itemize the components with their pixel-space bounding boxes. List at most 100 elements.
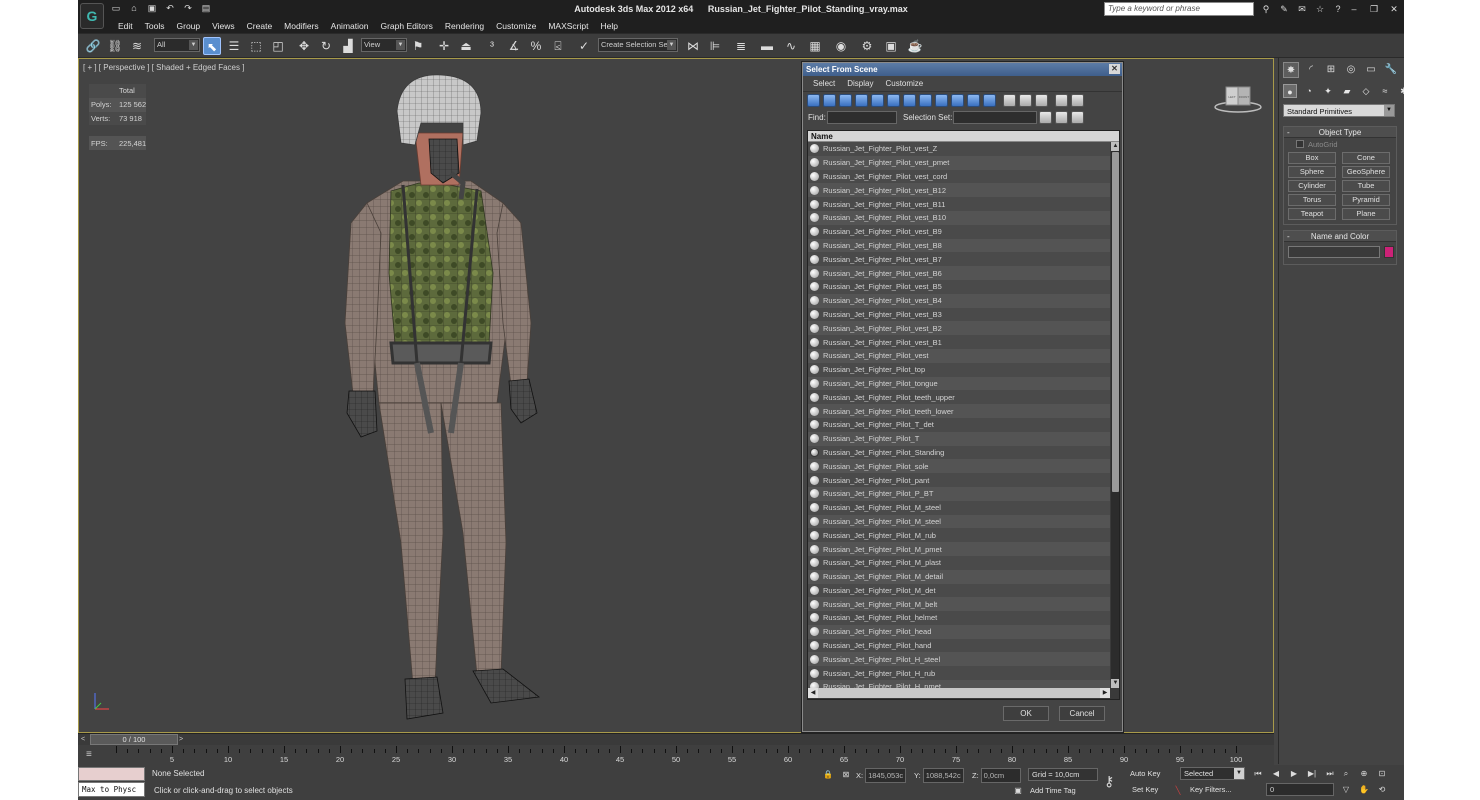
scene-object-row[interactable]: Russian_Jet_Fighter_Pilot_tongue [808,376,1110,391]
find-input[interactable] [827,111,897,124]
maxscript-listener-output[interactable] [78,767,145,781]
helpers-category-icon[interactable]: ◇ [1359,84,1373,98]
geosphere-button[interactable]: GeoSphere [1342,166,1390,178]
autogrid-checkbox-box[interactable] [1296,140,1304,148]
scene-object-list[interactable]: Name Russian_Jet_Fighter_Pilot_vest_Z Rus… [807,130,1120,700]
scene-object-row[interactable]: Russian_Jet_Fighter_Pilot_teeth_lower [808,404,1110,418]
viewcube-left-face[interactable]: LEFT [1228,95,1236,99]
scene-object-row[interactable]: Russian_Jet_Fighter_Pilot_vest_B11 [808,197,1110,211]
rendered-frame-window-icon[interactable]: ▣ [882,37,900,55]
reference-coordinate-dropdown[interactable]: View ▼ [361,38,407,52]
time-slider-next-icon[interactable]: > [176,734,186,745]
scroll-up-icon[interactable]: ▲ [1111,142,1119,151]
display-hidden-icon[interactable] [983,94,996,107]
scene-object-row[interactable]: Russian_Jet_Fighter_Pilot_Standing [808,445,1110,460]
display-lights-icon[interactable] [839,94,852,107]
modify-tab-icon[interactable]: ◜ [1303,62,1319,78]
display-bones-icon[interactable] [935,94,948,107]
scene-object-row[interactable]: Russian_Jet_Fighter_Pilot_M_belt [808,597,1110,612]
scroll-down-icon[interactable]: ▼ [1111,679,1119,688]
primitive-type-dropdown[interactable]: Standard Primitives ▼ [1283,104,1395,117]
maxscript-mini-listener[interactable]: Max to Physc [78,782,145,797]
communication-icon[interactable]: ✉ [1296,3,1308,15]
scroll-right-icon[interactable]: ▶ [1100,688,1110,698]
binoculars-icon[interactable]: ⚲ [1260,3,1272,15]
rectangular-selection-icon[interactable]: ⬚ [247,37,265,55]
display-all-icon[interactable] [1003,94,1016,107]
list-horizontal-scrollbar[interactable]: ◀ ▶ [808,688,1110,698]
scene-object-row[interactable]: Russian_Jet_Fighter_Pilot_M_det [808,583,1110,598]
menu-modifiers[interactable]: Modifiers [278,19,324,33]
x-coordinate-field[interactable]: 1845,053c [865,768,907,783]
select-set-objects-icon[interactable] [1071,111,1084,124]
selection-lock-icon[interactable]: 🔒 [822,769,834,781]
zoom-icon[interactable]: ⌕ [1340,768,1352,780]
pilot-3d-model[interactable] [331,73,551,725]
dialog-menu-select[interactable]: Select [807,76,841,91]
utilities-tab-icon[interactable]: 🔧 [1383,62,1399,78]
scene-object-row[interactable]: Russian_Jet_Fighter_Pilot_M_detail [808,569,1110,584]
scene-object-row[interactable]: Russian_Jet_Fighter_Pilot_helmet [808,611,1110,625]
select-and-manipulate-icon[interactable]: ✛ [435,37,453,55]
viewcube-front-face[interactable]: FRONT [1239,95,1249,99]
angle-snap-icon[interactable]: ∡ [505,37,523,55]
key-filters-button[interactable]: Key Filters... [1190,785,1232,794]
create-tab-icon[interactable]: ✸ [1283,62,1299,78]
schematic-view-icon[interactable]: ▦ [806,37,824,55]
column-header-name[interactable]: Name [808,131,1119,142]
app-logo-button[interactable]: G [80,3,104,29]
time-slider-thumb[interactable]: 0 / 100 [90,734,178,745]
mini-curve-editor-icon[interactable]: ≡ [86,749,98,760]
plane-button[interactable]: Plane [1342,208,1390,220]
name-and-color-rollout-header[interactable]: - Name and Color [1284,231,1396,242]
time-slider[interactable]: < 0 / 100 > [78,733,1274,745]
render-setup-icon[interactable]: ⚙ [858,37,876,55]
select-object-icon[interactable]: ⬉ [203,37,221,55]
percent-snap-icon[interactable]: % [527,37,545,55]
layer-manager-icon[interactable]: ≣ [732,37,750,55]
pyramid-button[interactable]: Pyramid [1342,194,1390,206]
scale-icon[interactable]: ▟ [339,37,357,55]
object-name-input[interactable] [1288,246,1380,258]
cameras-category-icon[interactable]: ▰ [1340,84,1354,98]
scene-object-row[interactable]: Russian_Jet_Fighter_Pilot_vest_B2 [808,321,1110,336]
menu-tools[interactable]: Tools [139,19,171,33]
dialog-title-bar[interactable]: Select From Scene ✕ [803,63,1122,76]
display-helpers-icon[interactable] [871,94,884,107]
sphere-button[interactable]: Sphere [1288,166,1336,178]
viewcube[interactable]: LEFT FRONT [1214,85,1262,113]
object-type-rollout-header[interactable]: - Object Type [1284,127,1396,138]
scene-object-row[interactable]: Russian_Jet_Fighter_Pilot_vest_B1 [808,335,1110,349]
scene-object-row[interactable]: Russian_Jet_Fighter_Pilot_vest_B3 [808,307,1110,322]
scene-object-row[interactable]: Russian_Jet_Fighter_Pilot_vest_B12 [808,183,1110,198]
graphite-ribbon-icon[interactable]: ▬ [758,37,776,55]
scene-object-row[interactable]: Russian_Jet_Fighter_Pilot_top [808,362,1110,377]
render-production-icon[interactable]: ☕ [906,37,924,55]
motion-tab-icon[interactable]: ◎ [1343,62,1359,78]
menu-maxscript[interactable]: MAXScript [542,19,594,33]
menu-create[interactable]: Create [241,19,279,33]
display-invert-icon[interactable] [1035,94,1048,107]
set-key-icon[interactable]: ⚷ [1104,773,1114,790]
ok-button[interactable]: OK [1003,706,1049,721]
filter-settings-icon[interactable] [1071,94,1084,107]
scene-object-row[interactable]: Russian_Jet_Fighter_Pilot_vest_B10 [808,210,1110,225]
move-icon[interactable]: ✥ [295,37,313,55]
scene-object-row[interactable]: Russian_Jet_Fighter_Pilot_teeth_upper [808,390,1110,405]
go-to-start-icon[interactable]: ⏮ [1252,768,1264,780]
scene-object-row[interactable]: Russian_Jet_Fighter_Pilot_sole [808,459,1110,474]
scene-object-row[interactable]: Russian_Jet_Fighter_Pilot_vest [808,348,1110,363]
help-icon[interactable]: ? [1332,3,1344,15]
scene-object-row[interactable]: Russian_Jet_Fighter_Pilot_hand [808,638,1110,653]
display-groups-icon[interactable] [903,94,916,107]
menu-edit[interactable]: Edit [112,19,139,33]
geometry-category-icon[interactable]: ● [1283,84,1297,98]
scene-object-row[interactable]: Russian_Jet_Fighter_Pilot_vest_B5 [808,279,1110,294]
key-selection-dropdown[interactable]: Selected ▼ [1180,767,1245,780]
scene-object-row[interactable]: Russian_Jet_Fighter_Pilot_H_rub [808,666,1110,681]
help-search-input[interactable]: Type a keyword or phrase [1104,2,1254,16]
scene-object-row[interactable]: Russian_Jet_Fighter_Pilot_vest_Z [808,142,1110,156]
close-icon[interactable]: ✕ [1388,3,1400,15]
space-warps-category-icon[interactable]: ≈ [1378,84,1392,98]
snaps-toggle-icon[interactable]: ³ [483,37,501,55]
